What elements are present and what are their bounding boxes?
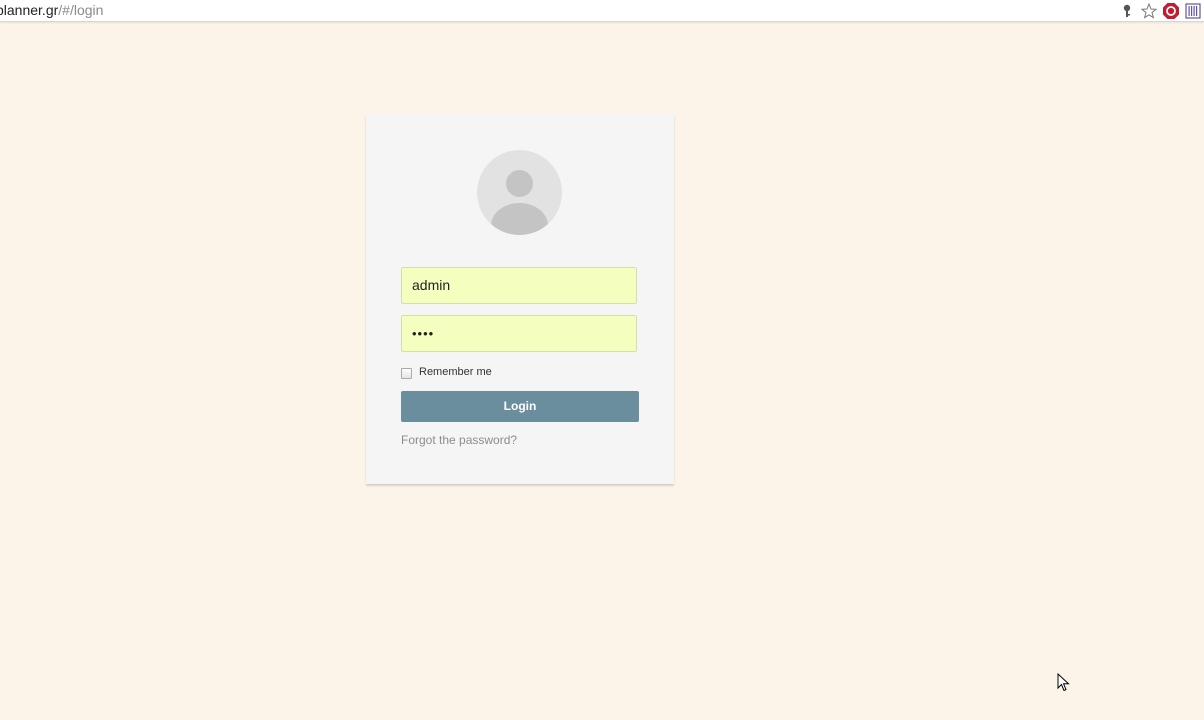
key-icon[interactable]: [1116, 0, 1138, 21]
remember-me-checkbox[interactable]: [401, 367, 412, 379]
remember-me-label[interactable]: Remember me: [419, 366, 492, 378]
url-path: /#/login: [58, 2, 104, 18]
username-field[interactable]: admin: [401, 267, 637, 304]
extension-icon[interactable]: [1182, 0, 1204, 21]
url-host: planner.gr: [0, 2, 59, 18]
forgot-password-link[interactable]: Forgot the password?: [401, 433, 517, 447]
url-field[interactable]: planner.gr/#/login: [0, 2, 103, 18]
browser-address-bar: planner.gr/#/login: [0, 0, 1204, 22]
password-field[interactable]: ••••: [401, 315, 637, 352]
avatar-body: [491, 203, 548, 235]
avatar: [477, 150, 562, 235]
mouse-cursor-icon: [1057, 672, 1070, 697]
browser-toolbar-icons: [1116, 0, 1204, 21]
login-card: admin •••• Remember me Login Forgot the …: [366, 114, 674, 484]
remember-me[interactable]: Remember me: [401, 364, 492, 380]
login-button[interactable]: Login: [401, 391, 639, 422]
stop-icon[interactable]: [1160, 0, 1182, 21]
avatar-head: [506, 170, 533, 197]
star-icon[interactable]: [1138, 0, 1160, 21]
